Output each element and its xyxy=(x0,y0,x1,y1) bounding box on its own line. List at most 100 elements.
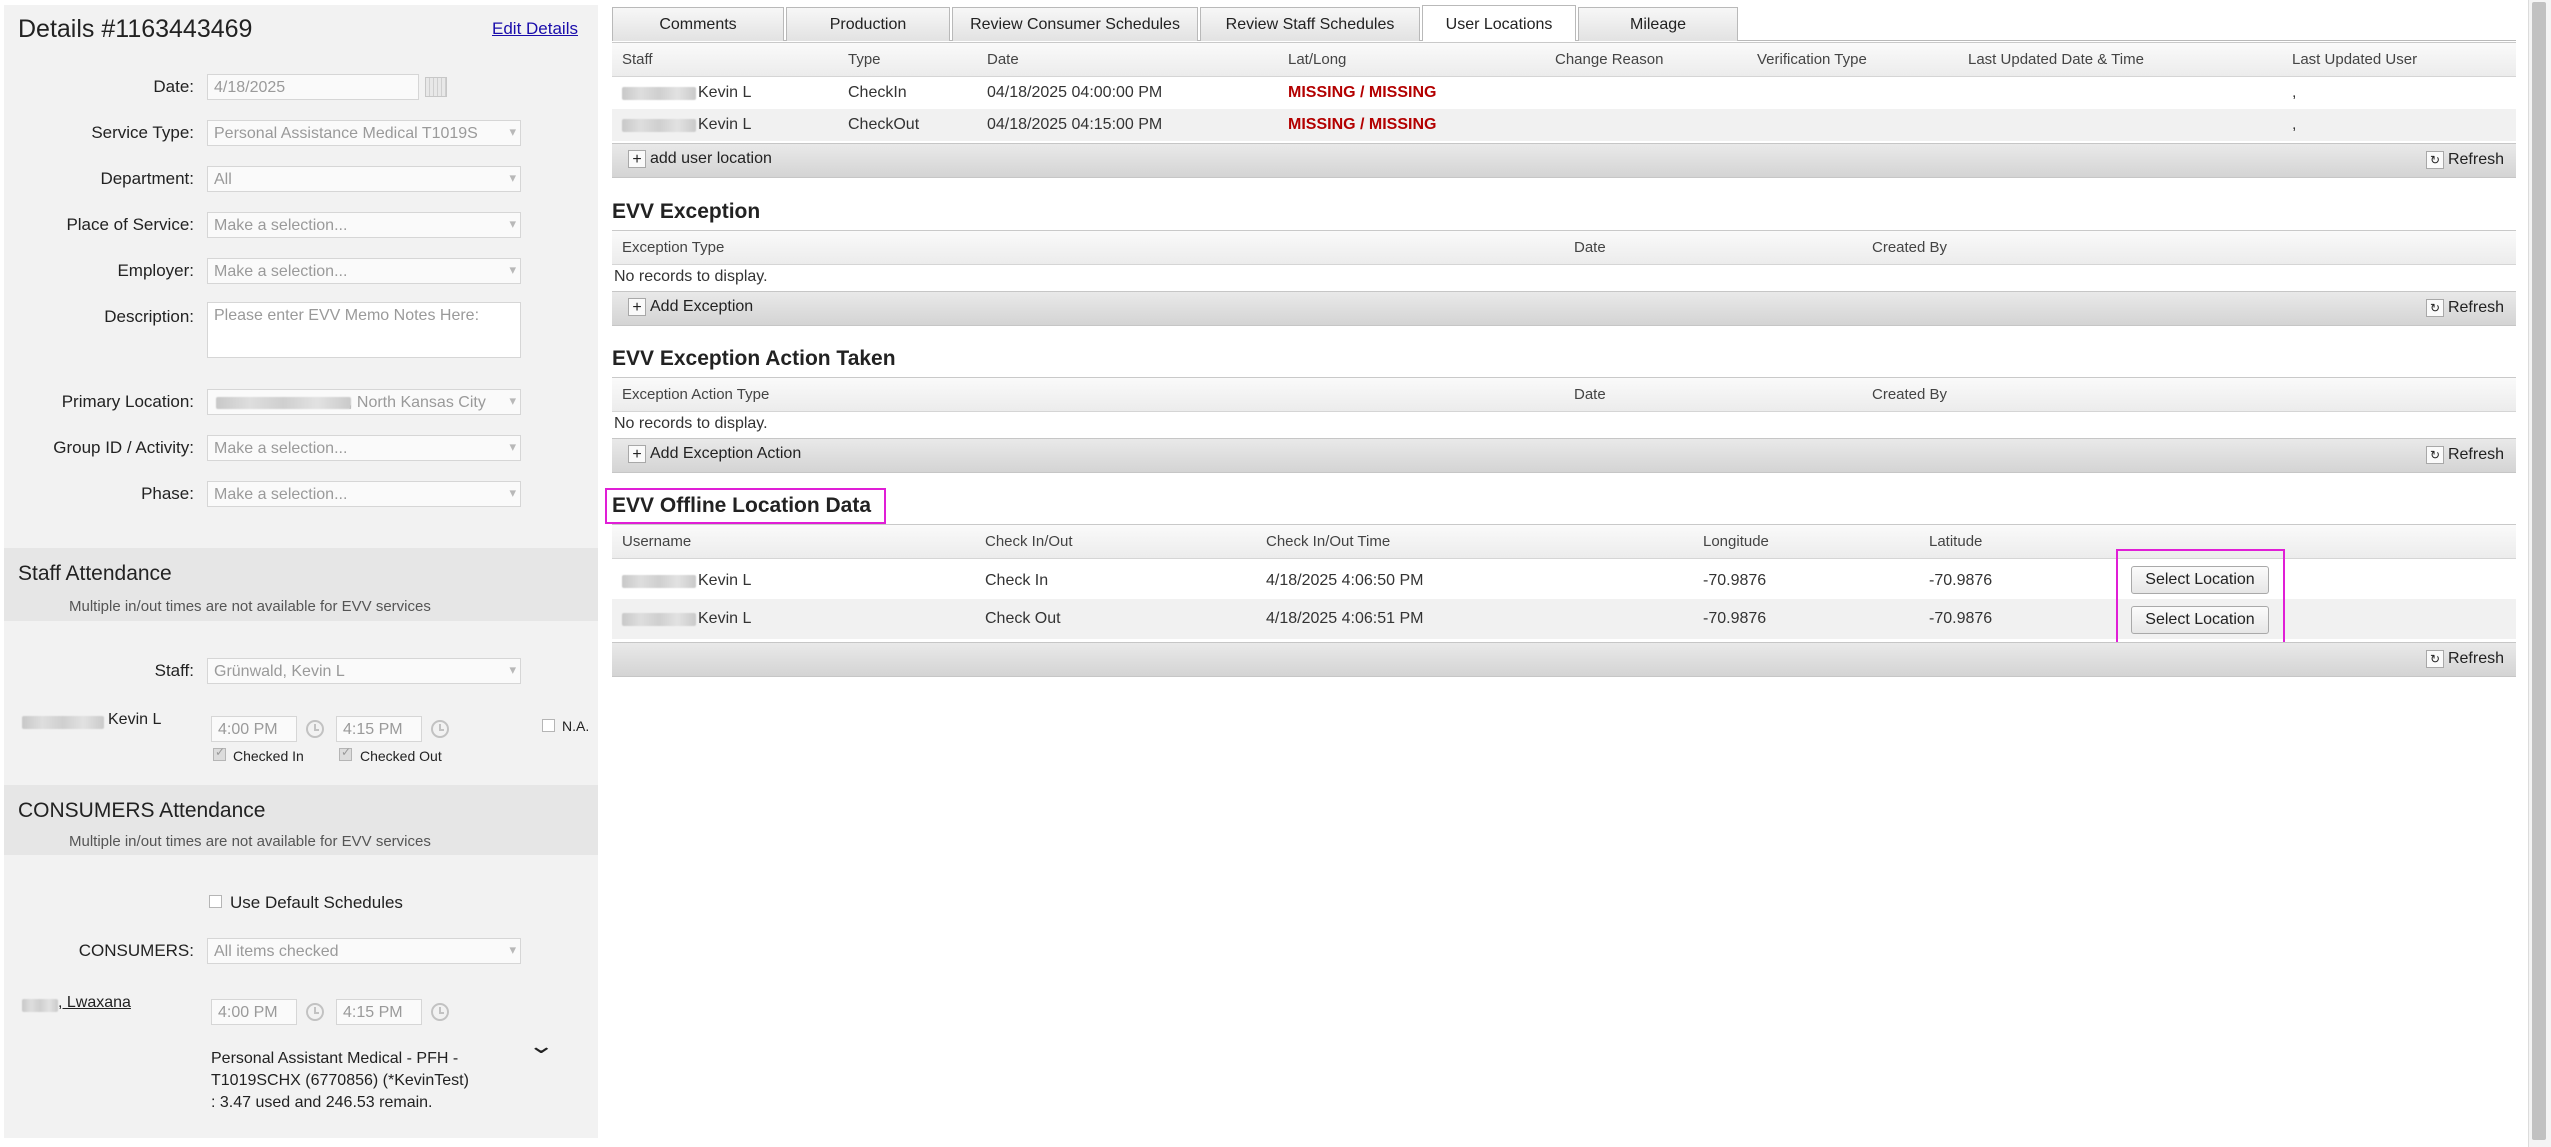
col-date[interactable]: Date xyxy=(1574,239,1606,256)
add-exception-action-button[interactable]: + Add Exception Action xyxy=(628,445,801,467)
scrollbar-thumb[interactable] xyxy=(2532,2,2546,1140)
tab-user-locations[interactable]: User Locations xyxy=(1422,5,1576,41)
refresh-icon: ↻ xyxy=(2425,151,2444,169)
checked-in-checkbox[interactable] xyxy=(213,745,226,761)
redacted-name xyxy=(622,87,696,100)
evv-exception-action-title: EVV Exception Action Taken xyxy=(612,347,896,370)
primary-location-label: Primary Location: xyxy=(61,392,194,411)
department-select[interactable]: All xyxy=(207,166,521,192)
col-check-in-out[interactable]: Check In/Out xyxy=(985,533,1073,550)
description-field[interactable]: Please enter EVV Memo Notes Here: xyxy=(207,302,521,358)
evv-exception-footer: + Add Exception ↻ Refresh xyxy=(612,291,2516,326)
table-row[interactable]: Kevin L CheckIn 04/18/2025 04:00:00 PM M… xyxy=(612,77,2516,109)
col-exception-type[interactable]: Exception Type xyxy=(622,239,724,256)
staff-attendance-title: Staff Attendance xyxy=(18,562,172,585)
redacted-address xyxy=(216,397,351,409)
plus-icon: + xyxy=(628,150,646,168)
tab-production[interactable]: Production xyxy=(786,7,950,41)
consumer-time-out[interactable]: 4:15 PM xyxy=(336,999,422,1025)
row-latitude: -70.9876 xyxy=(1929,610,1993,627)
col-verification-type[interactable]: Verification Type xyxy=(1757,51,1867,68)
consumer-name-link[interactable]: , Lwaxana xyxy=(58,994,131,1012)
service-type-select[interactable]: Personal Assistance Medical T1019S xyxy=(207,120,521,146)
table-row[interactable]: Kevin L CheckOut 04/18/2025 04:15:00 PM … xyxy=(612,109,2516,141)
authorization-info: Personal Assistant Medical - PFH - T1019… xyxy=(211,1048,469,1114)
department-label: Department: xyxy=(100,169,194,188)
group-activity-select[interactable]: Make a selection... xyxy=(207,435,521,461)
col-exception-action-type[interactable]: Exception Action Type xyxy=(622,386,769,403)
clock-in-icon[interactable] xyxy=(306,720,324,738)
col-last-updated-user[interactable]: Last Updated User xyxy=(2292,51,2417,68)
refresh-button[interactable]: ↻ Refresh xyxy=(2425,299,2504,317)
row-type: CheckIn xyxy=(848,84,907,101)
employer-select[interactable]: Make a selection... xyxy=(207,258,521,284)
refresh-icon: ↻ xyxy=(2425,446,2444,464)
consumers-attendance-note: Multiple in/out times are not available … xyxy=(69,833,431,850)
checked-in-label: Checked In xyxy=(233,748,304,764)
col-created-by[interactable]: Created By xyxy=(1872,386,1947,403)
evv-exception-action-footer: + Add Exception Action ↻ Refresh xyxy=(612,438,2516,473)
staff-time-out[interactable]: 4:15 PM xyxy=(336,716,422,742)
staff-time-in[interactable]: 4:00 PM xyxy=(211,716,297,742)
col-longitude[interactable]: Longitude xyxy=(1703,533,1769,550)
place-of-service-label: Place of Service: xyxy=(66,215,194,234)
select-location-button[interactable]: Select Location xyxy=(2131,606,2269,634)
tab-comments[interactable]: Comments xyxy=(612,7,784,41)
row-date: 04/18/2025 04:15:00 PM xyxy=(987,116,1163,133)
primary-location-value: , North Kansas City xyxy=(348,394,486,411)
col-latlong[interactable]: Lat/Long xyxy=(1288,51,1346,68)
add-user-location-button[interactable]: + add user location xyxy=(628,150,772,172)
row-check: Check In xyxy=(985,572,1049,589)
row-time: 4/18/2025 4:06:51 PM xyxy=(1266,610,1424,627)
tab-review-consumer-schedules[interactable]: Review Consumer Schedules xyxy=(952,7,1198,41)
consumer-clock-out-icon[interactable] xyxy=(431,1003,449,1021)
service-type-label: Service Type: xyxy=(91,123,194,142)
consumer-time-in[interactable]: 4:00 PM xyxy=(211,999,297,1025)
col-date[interactable]: Date xyxy=(1574,386,1606,403)
row-username: Kevin L xyxy=(698,610,752,627)
evv-exception-title: EVV Exception xyxy=(612,200,761,223)
tab-review-staff-schedules[interactable]: Review Staff Schedules xyxy=(1200,7,1420,41)
edit-details-link[interactable]: Edit Details xyxy=(492,19,578,39)
col-date[interactable]: Date xyxy=(987,51,1019,68)
col-staff[interactable]: Staff xyxy=(622,51,653,68)
plus-icon: + xyxy=(628,445,646,463)
col-change-reason[interactable]: Change Reason xyxy=(1555,51,1663,68)
phase-select[interactable]: Make a selection... xyxy=(207,481,521,507)
auth-line-2: T1019SCHX (6770856) (*KevinTest) xyxy=(211,1072,469,1089)
staff-attendance-header: Staff Attendance Multiple in/out times a… xyxy=(4,548,598,621)
calendar-icon[interactable] xyxy=(425,77,447,97)
redacted-name xyxy=(622,613,696,626)
refresh-button[interactable]: ↻ Refresh xyxy=(2425,650,2504,668)
checked-out-checkbox[interactable] xyxy=(339,745,352,761)
col-check-in-out-time[interactable]: Check In/Out Time xyxy=(1266,533,1390,550)
refresh-button[interactable]: ↻ Refresh xyxy=(2425,446,2504,464)
default-schedules-checkbox[interactable] xyxy=(209,895,222,908)
evv-exception-action-header: Exception Action Type Date Created By xyxy=(612,377,2516,412)
consumer-clock-in-icon[interactable] xyxy=(306,1003,324,1021)
staff-select[interactable]: Grünwald, Kevin L xyxy=(207,658,521,684)
row-latlong: MISSING / MISSING xyxy=(1288,84,1437,101)
evv-offline-footer: ↻ Refresh xyxy=(612,642,2516,677)
place-of-service-select[interactable]: Make a selection... xyxy=(207,212,521,238)
clock-out-icon[interactable] xyxy=(431,720,449,738)
col-username[interactable]: Username xyxy=(622,533,691,550)
tab-mileage[interactable]: Mileage xyxy=(1578,7,1738,41)
consumers-attendance-title: CONSUMERS Attendance xyxy=(18,799,266,822)
consumers-select[interactable]: All items checked xyxy=(207,938,521,964)
col-latitude[interactable]: Latitude xyxy=(1929,533,1982,550)
date-label: Date: xyxy=(153,77,194,96)
col-type[interactable]: Type xyxy=(848,51,881,68)
refresh-button[interactable]: ↻ Refresh xyxy=(2425,151,2504,169)
add-exception-button[interactable]: + Add Exception xyxy=(628,298,753,320)
col-created-by[interactable]: Created By xyxy=(1872,239,1947,256)
chevron-down-icon[interactable]: ⌄ xyxy=(527,1033,555,1059)
plus-icon: + xyxy=(628,298,646,316)
date-field[interactable]: 4/18/2025 xyxy=(207,74,419,100)
na-checkbox[interactable] xyxy=(542,719,555,732)
row-longitude: -70.9876 xyxy=(1703,610,1767,627)
auth-line-1: Personal Assistant Medical - PFH - xyxy=(211,1050,459,1067)
select-location-button[interactable]: Select Location xyxy=(2131,566,2269,594)
row-last-user: , xyxy=(2292,116,2297,133)
col-last-updated-date[interactable]: Last Updated Date & Time xyxy=(1968,51,2144,68)
